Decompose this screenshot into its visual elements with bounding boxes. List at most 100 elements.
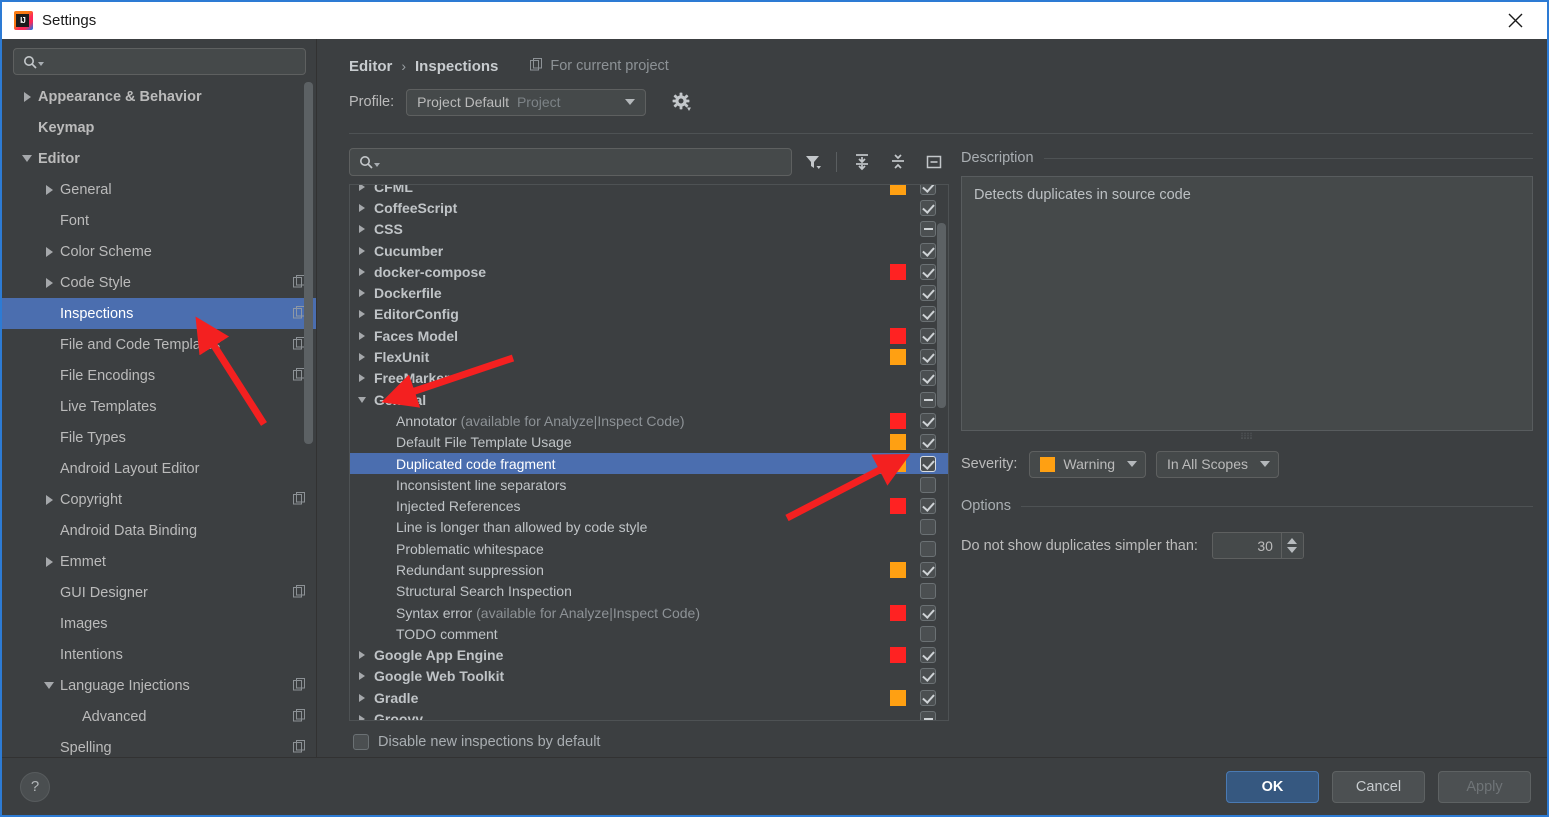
inspection-enabled-checkbox[interactable] [920,434,936,451]
filter-funnel-icon[interactable] [798,148,828,176]
inspections-search-box[interactable] [349,148,792,176]
inspection-row[interactable]: Google App Engine [350,645,948,666]
sidebar-search-box[interactable] [13,48,306,75]
inspections-search-input[interactable] [385,153,785,171]
inspection-enabled-checkbox[interactable] [920,221,936,238]
chevron-down-icon[interactable] [350,396,374,403]
inspection-enabled-checkbox[interactable] [920,370,936,387]
chevron-right-icon[interactable] [350,353,374,362]
chevron-right-icon[interactable] [350,672,374,681]
chevron-right-icon[interactable] [350,185,374,191]
sidebar-item-emmet[interactable]: Emmet [2,546,316,577]
sidebar-item-file-types[interactable]: File Types [2,422,316,453]
chevron-right-icon[interactable] [350,715,374,720]
inspection-enabled-checkbox[interactable] [920,242,936,259]
inspection-enabled-checkbox[interactable] [920,625,936,642]
chevron-right-icon[interactable] [38,277,60,288]
chevron-right-icon[interactable] [350,225,374,234]
sidebar-item-font[interactable]: Font [2,205,316,236]
inspection-row[interactable]: General [350,389,948,410]
disable-new-inspections-row[interactable]: Disable new inspections by default [349,727,949,757]
inspection-enabled-checkbox[interactable] [920,668,936,685]
inspection-enabled-checkbox[interactable] [920,604,936,621]
inspection-enabled-checkbox[interactable] [920,263,936,280]
sidebar-item-spelling[interactable]: Spelling [2,732,316,757]
close-icon[interactable] [1495,2,1535,39]
inspection-row[interactable]: Syntax error (available for Analyze|Insp… [350,602,948,623]
sidebar-item-intentions[interactable]: Intentions [2,639,316,670]
inspection-row[interactable]: Problematic whitespace [350,538,948,559]
inspection-enabled-checkbox[interactable] [920,540,936,557]
sidebar-item-code-style[interactable]: Code Style [2,267,316,298]
sidebar-item-advanced[interactable]: Advanced [2,701,316,732]
chevron-right-icon[interactable] [350,203,374,212]
inspection-row[interactable]: Groovy [350,708,948,720]
inspection-enabled-checkbox[interactable] [920,583,936,600]
inspection-row[interactable]: Injected References [350,495,948,516]
inspection-row[interactable]: FlexUnit [350,346,948,367]
inspection-row[interactable]: Dockerfile [350,282,948,303]
search-options-chevron-icon[interactable] [38,62,44,66]
sidebar-item-language-injections[interactable]: Language Injections [2,670,316,701]
sidebar-item-general[interactable]: General [2,174,316,205]
help-button[interactable]: ? [20,771,50,802]
chevron-right-icon[interactable] [350,289,374,298]
spinner-buttons[interactable] [1280,533,1303,558]
inspection-row[interactable]: Redundant suppression [350,559,948,580]
scope-dropdown[interactable]: In All Scopes [1156,450,1279,478]
chevron-right-icon[interactable] [350,693,374,702]
inspection-enabled-checkbox[interactable] [920,306,936,323]
collapse-all-icon[interactable] [883,148,913,176]
sidebar-item-file-encodings[interactable]: File Encodings [2,360,316,391]
expand-all-icon[interactable] [847,148,877,176]
disable-new-inspections-checkbox[interactable] [353,734,369,750]
chevron-down-icon[interactable] [38,682,60,689]
sidebar-item-gui-designer[interactable]: GUI Designer [2,577,316,608]
sidebar-item-android-layout-editor[interactable]: Android Layout Editor [2,453,316,484]
inspection-row[interactable]: Faces Model [350,325,948,346]
inspection-row[interactable]: CoffeeScript [350,197,948,218]
chevron-right-icon[interactable] [350,267,374,276]
chevron-right-icon[interactable] [350,246,374,255]
spinner-up-icon[interactable] [1287,538,1298,544]
sidebar-item-keymap[interactable]: Keymap [2,112,316,143]
sidebar-item-inspections[interactable]: Inspections [2,298,316,329]
inspection-row[interactable]: Gradle [350,687,948,708]
sidebar-scrollbar-thumb[interactable] [304,82,313,444]
inspection-row[interactable]: docker-compose [350,261,948,282]
inspection-enabled-checkbox[interactable] [920,391,936,408]
inspection-enabled-checkbox[interactable] [920,349,936,366]
gear-icon[interactable] [672,92,692,112]
inspection-enabled-checkbox[interactable] [920,199,936,216]
sidebar-search-input[interactable] [49,53,299,70]
inspections-scrollbar-thumb[interactable] [937,223,946,408]
inspection-row[interactable]: CFML [350,185,948,197]
sidebar-item-color-scheme[interactable]: Color Scheme [2,236,316,267]
inspection-row[interactable]: Annotator (available for Analyze|Inspect… [350,410,948,431]
chevron-right-icon[interactable] [350,651,374,660]
chevron-right-icon[interactable] [38,556,60,567]
cancel-button[interactable]: Cancel [1332,770,1425,803]
sidebar-item-images[interactable]: Images [2,608,316,639]
inspection-row[interactable]: Google Web Toolkit [350,666,948,687]
severity-dropdown[interactable]: Warning [1029,450,1147,478]
inspection-row[interactable]: Structural Search Inspection [350,581,948,602]
chevron-right-icon[interactable] [350,310,374,319]
inspection-enabled-checkbox[interactable] [920,327,936,344]
inspection-row[interactable]: Duplicated code fragment [350,452,948,475]
inspection-enabled-checkbox[interactable] [920,689,936,706]
search-options-chevron-icon[interactable] [374,162,380,167]
inspection-enabled-checkbox[interactable] [920,498,936,515]
chevron-right-icon[interactable] [38,246,60,257]
chevron-right-icon[interactable] [350,331,374,340]
sidebar-item-android-data-binding[interactable]: Android Data Binding [2,515,316,546]
inspection-enabled-checkbox[interactable] [920,476,936,493]
sidebar-item-copyright[interactable]: Copyright [2,484,316,515]
description-splitter-grip[interactable]: ⦙⦙⦙⦙ [961,431,1533,442]
sidebar-item-editor[interactable]: Editor [2,143,316,174]
chevron-right-icon[interactable] [38,184,60,195]
inspection-enabled-checkbox[interactable] [920,412,936,429]
inspection-row[interactable]: Inconsistent line separators [350,474,948,495]
chevron-right-icon[interactable] [38,494,60,505]
inspection-enabled-checkbox[interactable] [920,711,936,720]
